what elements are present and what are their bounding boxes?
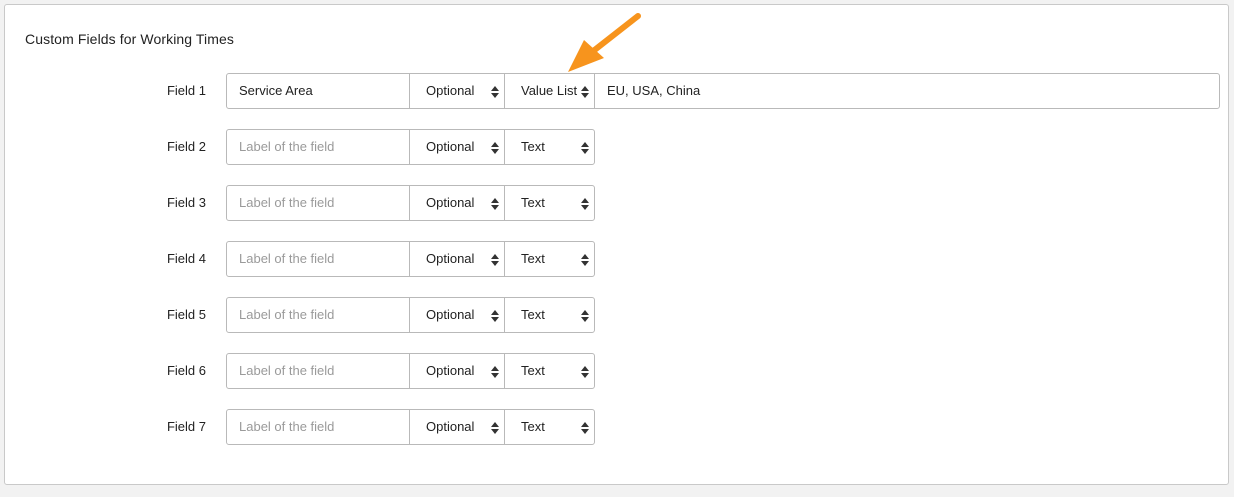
field-name-input[interactable]: Label of the field xyxy=(226,185,410,221)
sort-caret-icon xyxy=(581,365,589,379)
field-row-7: Field 7 Label of the field Optional Text xyxy=(5,409,1228,445)
type-select[interactable]: Text xyxy=(504,241,595,277)
type-select[interactable]: Text xyxy=(504,353,595,389)
panel-title: Custom Fields for Working Times xyxy=(25,31,235,47)
sort-caret-icon xyxy=(581,197,589,211)
type-select-value: Text xyxy=(521,251,545,266)
required-select[interactable]: Optional xyxy=(409,409,505,445)
field-name-input[interactable]: Label of the field xyxy=(226,297,410,333)
sort-caret-icon xyxy=(491,197,499,211)
sort-caret-icon xyxy=(491,309,499,323)
value-list-input[interactable]: EU, USA, China xyxy=(594,73,1220,109)
required-select[interactable]: Optional xyxy=(409,185,505,221)
type-select-value: Text xyxy=(521,363,545,378)
sort-caret-icon xyxy=(491,85,499,99)
field-label: Field 5 xyxy=(166,307,206,322)
required-select-value: Optional xyxy=(426,251,475,266)
custom-fields-list: Field 1 Service Area Optional Value List… xyxy=(5,73,1228,465)
type-select-value: Value List xyxy=(521,83,578,98)
required-select[interactable]: Optional xyxy=(409,73,505,109)
field-name-input[interactable]: Label of the field xyxy=(226,409,410,445)
required-select[interactable]: Optional xyxy=(409,241,505,277)
type-select-value: Text xyxy=(521,195,545,210)
field-row-3: Field 3 Label of the field Optional Text xyxy=(5,185,1228,221)
sort-caret-icon xyxy=(581,253,589,267)
type-select-value: Text xyxy=(521,307,545,322)
field-label: Field 2 xyxy=(166,139,206,154)
field-label: Field 4 xyxy=(166,251,206,266)
field-row-2: Field 2 Label of the field Optional Text xyxy=(5,129,1228,165)
required-select-value: Optional xyxy=(426,363,475,378)
sort-caret-icon xyxy=(581,141,589,155)
field-name-input[interactable]: Label of the field xyxy=(226,129,410,165)
field-name-input[interactable]: Label of the field xyxy=(226,241,410,277)
type-select-value: Text xyxy=(521,139,545,154)
field-name-input[interactable]: Label of the field xyxy=(226,353,410,389)
sort-caret-icon xyxy=(581,85,589,99)
sort-caret-icon xyxy=(491,141,499,155)
field-label: Field 7 xyxy=(166,419,206,434)
type-select[interactable]: Text xyxy=(504,297,595,333)
required-select[interactable]: Optional xyxy=(409,129,505,165)
sort-caret-icon xyxy=(581,309,589,323)
type-select-value: Text xyxy=(521,419,545,434)
sort-caret-icon xyxy=(491,421,499,435)
required-select-value: Optional xyxy=(426,139,475,154)
type-select[interactable]: Text xyxy=(504,185,595,221)
sort-caret-icon xyxy=(491,253,499,267)
required-select[interactable]: Optional xyxy=(409,297,505,333)
required-select-value: Optional xyxy=(426,83,475,98)
field-label: Field 6 xyxy=(166,363,206,378)
sort-caret-icon xyxy=(581,421,589,435)
field-row-6: Field 6 Label of the field Optional Text xyxy=(5,353,1228,389)
field-name-input[interactable]: Service Area xyxy=(226,73,410,109)
sort-caret-icon xyxy=(491,365,499,379)
required-select-value: Optional xyxy=(426,307,475,322)
custom-fields-panel: Custom Fields for Working Times Field 1 … xyxy=(4,4,1229,485)
field-row-5: Field 5 Label of the field Optional Text xyxy=(5,297,1228,333)
field-label: Field 1 xyxy=(166,83,206,98)
field-row-4: Field 4 Label of the field Optional Text xyxy=(5,241,1228,277)
type-select[interactable]: Text xyxy=(504,409,595,445)
field-row-1: Field 1 Service Area Optional Value List… xyxy=(5,73,1228,109)
type-select[interactable]: Value List xyxy=(504,73,595,109)
required-select-value: Optional xyxy=(426,419,475,434)
type-select[interactable]: Text xyxy=(504,129,595,165)
required-select-value: Optional xyxy=(426,195,475,210)
field-label: Field 3 xyxy=(166,195,206,210)
required-select[interactable]: Optional xyxy=(409,353,505,389)
